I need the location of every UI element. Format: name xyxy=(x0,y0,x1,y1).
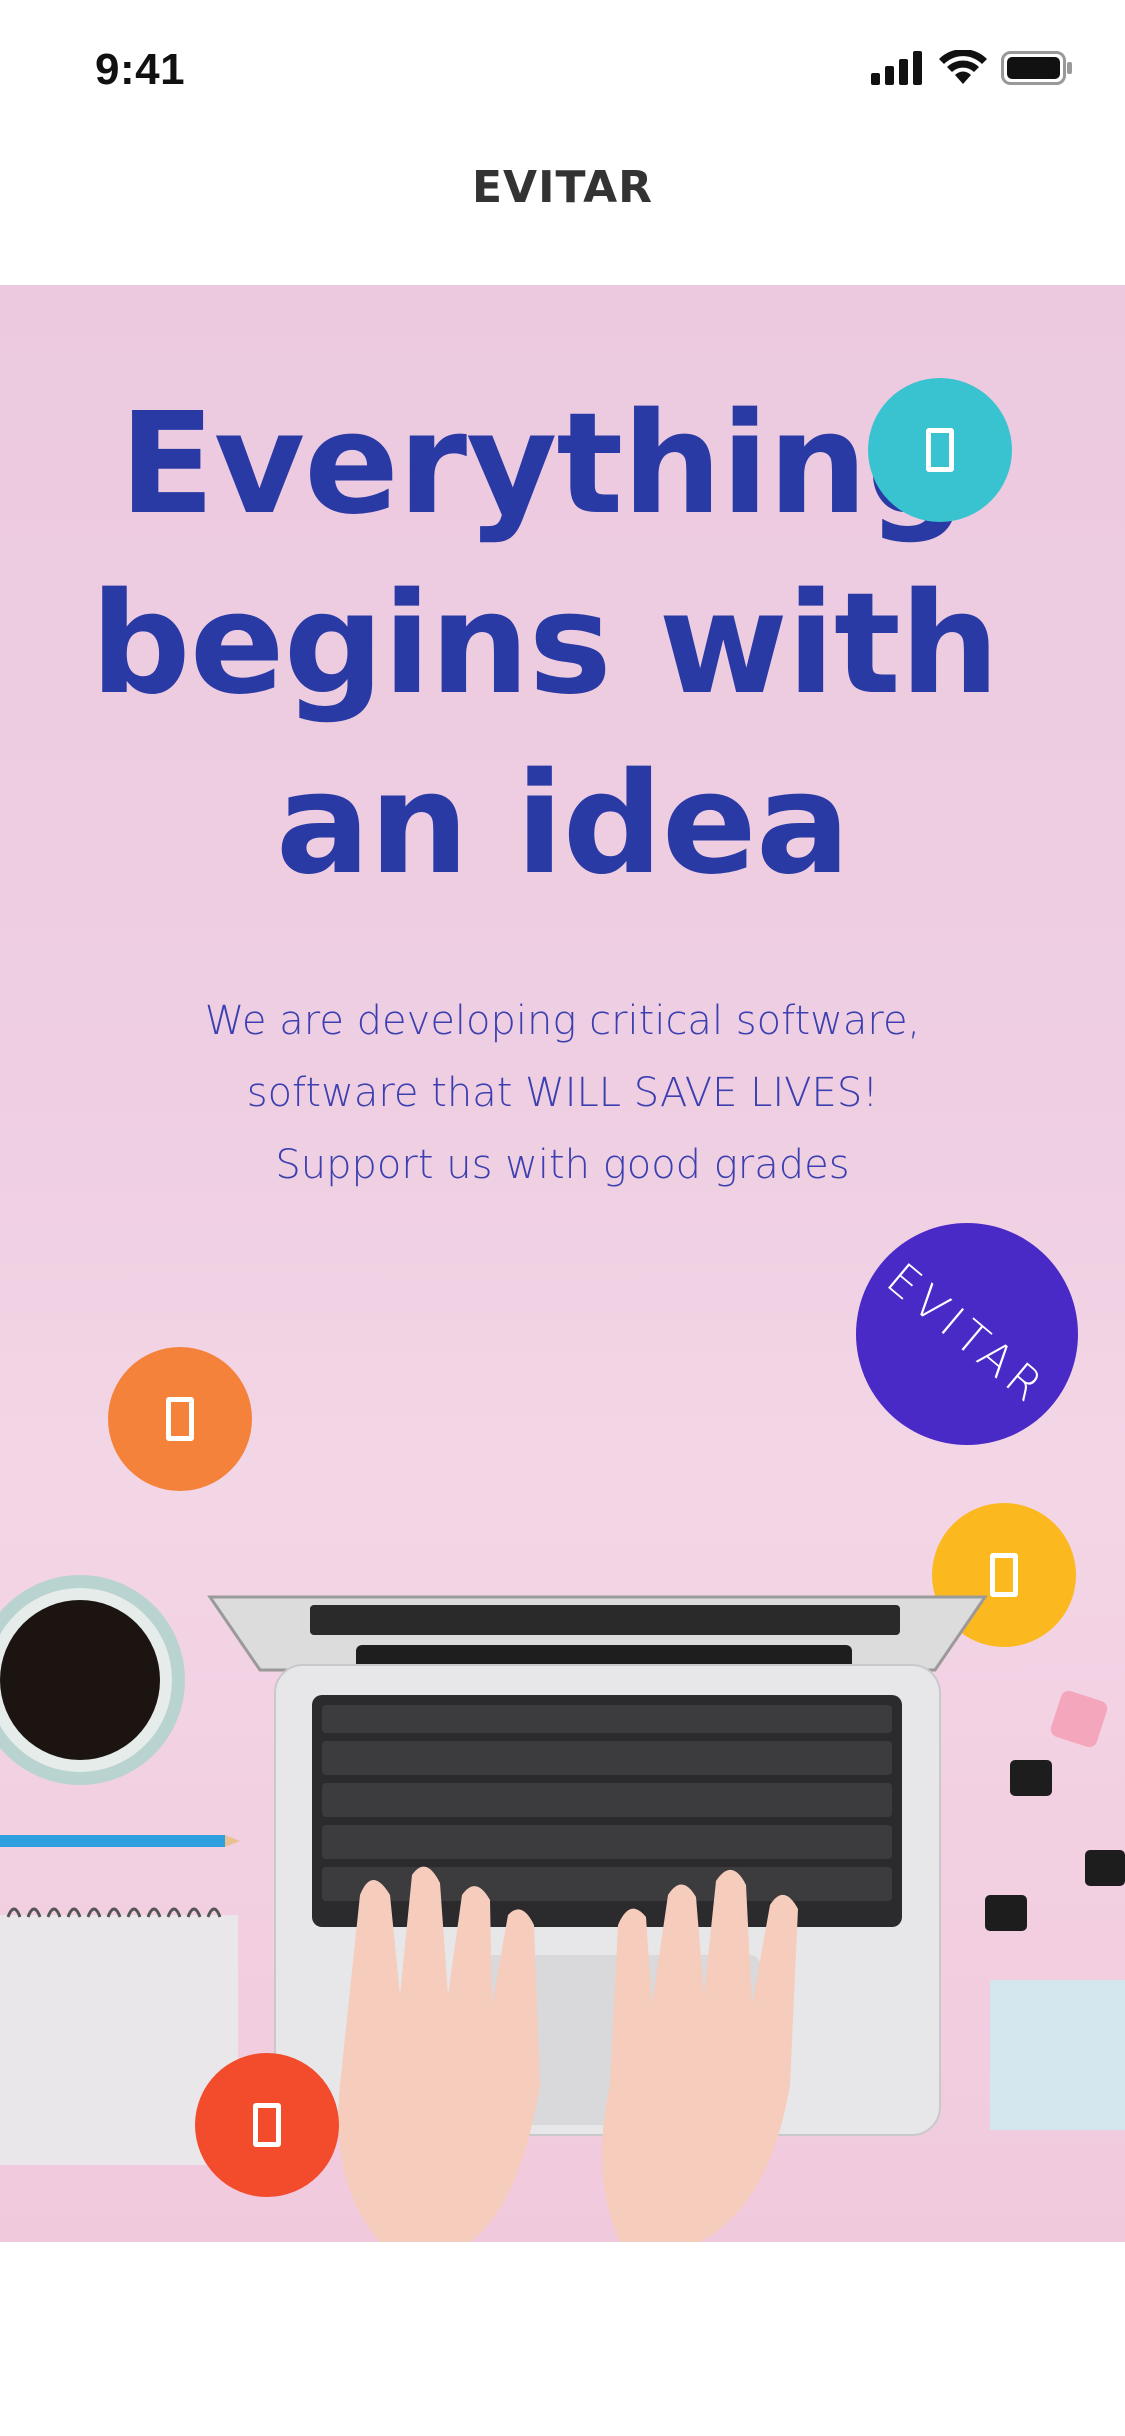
nav-title: EVITAR xyxy=(471,162,653,213)
laptop-desk-illustration xyxy=(0,1575,1125,2242)
wifi-icon xyxy=(939,50,987,84)
red-action-button[interactable] xyxy=(195,2053,339,2197)
footer-area xyxy=(0,2242,1125,2436)
battery-icon xyxy=(1001,51,1072,85)
headline-line-2: begins with xyxy=(90,563,999,726)
hero-section: Everything begins with an idea We are de… xyxy=(0,285,1125,2242)
status-bar: 9:41 xyxy=(0,0,1125,132)
box-icon xyxy=(166,1397,194,1441)
evitar-logo-badge[interactable]: EVITAR xyxy=(856,1223,1078,1445)
status-time: 9:41 xyxy=(95,45,186,94)
subtext-line-2: software that WILL SAVE LIVES! xyxy=(246,1070,879,1116)
subtext-line-1: We are developing critical software, xyxy=(204,998,921,1044)
orange-action-button[interactable] xyxy=(108,1347,252,1491)
subtext-line-3: Support us with good grades xyxy=(275,1142,850,1188)
teal-action-button[interactable] xyxy=(868,378,1012,522)
status-icons xyxy=(871,48,1073,88)
subtext: We are developing critical software, sof… xyxy=(0,985,1125,1201)
navigation-bar: EVITAR xyxy=(0,132,1125,285)
box-icon xyxy=(926,428,954,472)
signal-icon xyxy=(871,51,922,85)
headline-line-3: an idea xyxy=(275,743,851,906)
screen: 9:41 EVITAR Everything begins with an id… xyxy=(0,0,1125,2436)
box-icon xyxy=(253,2103,281,2147)
logo-badge-text: EVITAR xyxy=(877,1253,1057,1415)
